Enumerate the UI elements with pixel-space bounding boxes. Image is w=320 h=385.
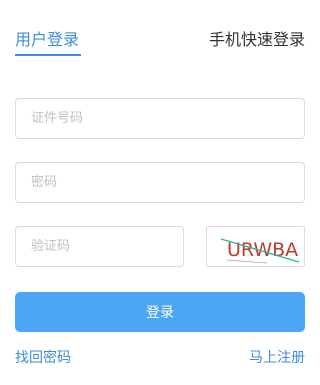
tab-phone-login[interactable]: 手机快速登录 [209,30,305,50]
tab-active-underline [15,54,81,56]
captcha-image[interactable]: URWBA [206,226,305,267]
captcha-text: URWBA [227,239,298,261]
tab-user-login[interactable]: 用户登录 [15,30,79,50]
password-input[interactable] [15,162,305,203]
login-button[interactable]: 登录 [15,292,305,332]
register-link[interactable]: 马上注册 [249,347,305,367]
forgot-password-link[interactable]: 找回密码 [15,347,71,367]
id-number-input[interactable] [15,98,305,139]
captcha-input[interactable] [15,226,184,267]
